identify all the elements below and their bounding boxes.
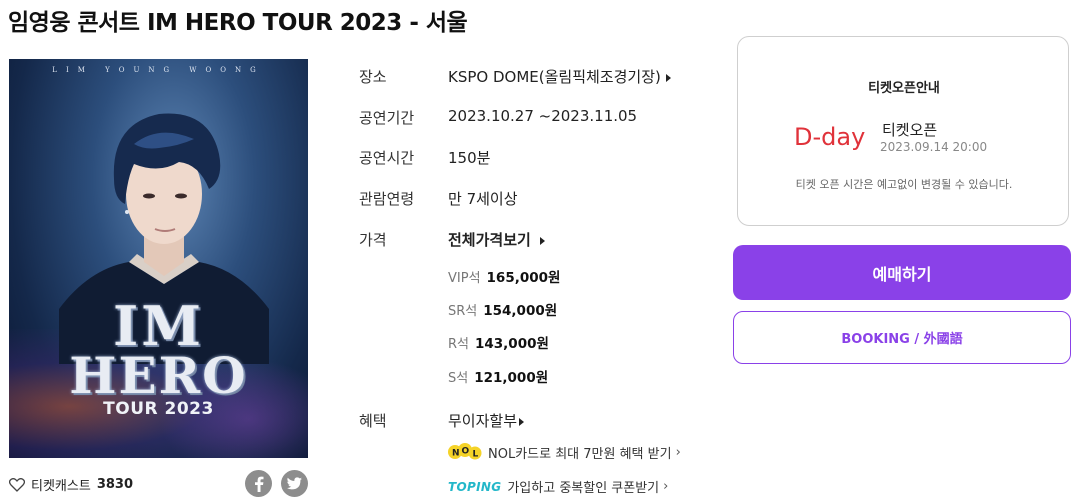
facebook-share-button[interactable] [245, 470, 272, 497]
age-value: 만 7세이상 [448, 190, 518, 208]
seat-price: 121,000원 [474, 370, 549, 386]
full-price-link[interactable]: 전체가격보기 [448, 229, 545, 250]
venue-link[interactable]: KSPO DOME(올림픽체조경기장) [448, 66, 671, 87]
full-price-arrow-icon [539, 236, 545, 245]
svg-text:O: O [462, 447, 470, 457]
nol-card-logo: N O L [448, 443, 482, 460]
like-count: 3830 [96, 477, 133, 492]
runtime-label: 공연시간 [359, 149, 415, 167]
nol-card-text: NOL카드로 최대 7만원 혜택 받기 [488, 446, 672, 462]
price-row: S석 121,000원 [448, 366, 548, 386]
full-price-text: 전체가격보기 [448, 231, 531, 249]
twitter-share-button[interactable] [281, 470, 308, 497]
ticket-open-date: 2023.09.14 20:00 [880, 140, 988, 154]
booking-foreign-button[interactable]: BOOKING / 外國語 [733, 311, 1071, 364]
seat-grade: VIP석 [448, 271, 481, 286]
poster-title-line1: IM [112, 294, 205, 358]
period-value: 2023.10.27 ~2023.11.05 [448, 107, 638, 125]
concert-poster[interactable]: LIM YOUNG WOONG IM HERO TOUR 2023 [9, 59, 308, 458]
svg-text:L: L [473, 450, 479, 460]
installment-arrow-icon [519, 417, 525, 426]
reserve-button[interactable]: 예매하기 [733, 245, 1071, 300]
toping-benefit-link[interactable]: TOPING 가입하고 중복할인 쿠폰받기 › [448, 477, 668, 496]
toping-chevron-icon: › [663, 479, 669, 494]
seat-grade: R석 [448, 337, 469, 352]
venue-label: 장소 [359, 68, 387, 86]
seat-price: 165,000원 [486, 270, 561, 286]
age-label: 관람연령 [359, 190, 415, 208]
installment-text: 무이자할부 [448, 412, 518, 430]
seat-price: 143,000원 [475, 336, 549, 352]
nol-card-benefit-link[interactable]: N O L NOL카드로 최대 7만원 혜택 받기 › [448, 441, 681, 463]
seat-grade: S석 [448, 371, 469, 386]
price-row: VIP석 165,000원 [448, 266, 560, 286]
poster-title-line2: HERO [69, 346, 248, 405]
venue-arrow-icon [665, 73, 671, 82]
dday-badge: D-day [794, 123, 866, 151]
period-label: 공연기간 [359, 109, 415, 127]
price-row: R석 143,000원 [448, 332, 549, 352]
page-title: 임영웅 콘서트 IM HERO TOUR 2023 - 서울 [8, 10, 468, 36]
toping-logo: TOPING [448, 479, 502, 494]
seat-price: 154,000원 [483, 303, 558, 319]
toping-text: 가입하고 중복할인 쿠폰받기 [507, 481, 660, 496]
venue-value: KSPO DOME(올림픽체조경기장) [448, 68, 661, 86]
benefit-label: 혜택 [359, 412, 387, 430]
facebook-icon [254, 476, 263, 492]
runtime-value: 150분 [448, 149, 491, 167]
poster-artist-name: LIM YOUNG WOONG [52, 66, 265, 74]
nol-chevron-icon: › [675, 444, 681, 460]
twitter-icon [287, 477, 302, 490]
price-label: 가격 [359, 231, 387, 249]
seat-grade: SR석 [448, 304, 478, 319]
heart-outline-icon [9, 477, 25, 492]
like-counter[interactable]: 티켓캐스트 3830 [9, 475, 133, 494]
like-label: 티켓캐스트 [31, 479, 91, 494]
installment-link[interactable]: 무이자할부 [448, 410, 525, 431]
ticket-open-title: 티켓오픈안내 [868, 81, 940, 96]
ticket-open-note: 티켓 오픈 시간은 예고없이 변경될 수 있습니다. [795, 178, 1013, 191]
svg-text:N: N [452, 449, 460, 459]
price-row: SR석 154,000원 [448, 299, 557, 319]
poster-tour-text: TOUR 2023 [103, 399, 214, 419]
ticket-open-label: 티켓오픈 [882, 121, 938, 139]
ticket-open-panel: 티켓오픈안내 D-day 티켓오픈 2023.09.14 20:00 티켓 오픈… [737, 36, 1069, 226]
